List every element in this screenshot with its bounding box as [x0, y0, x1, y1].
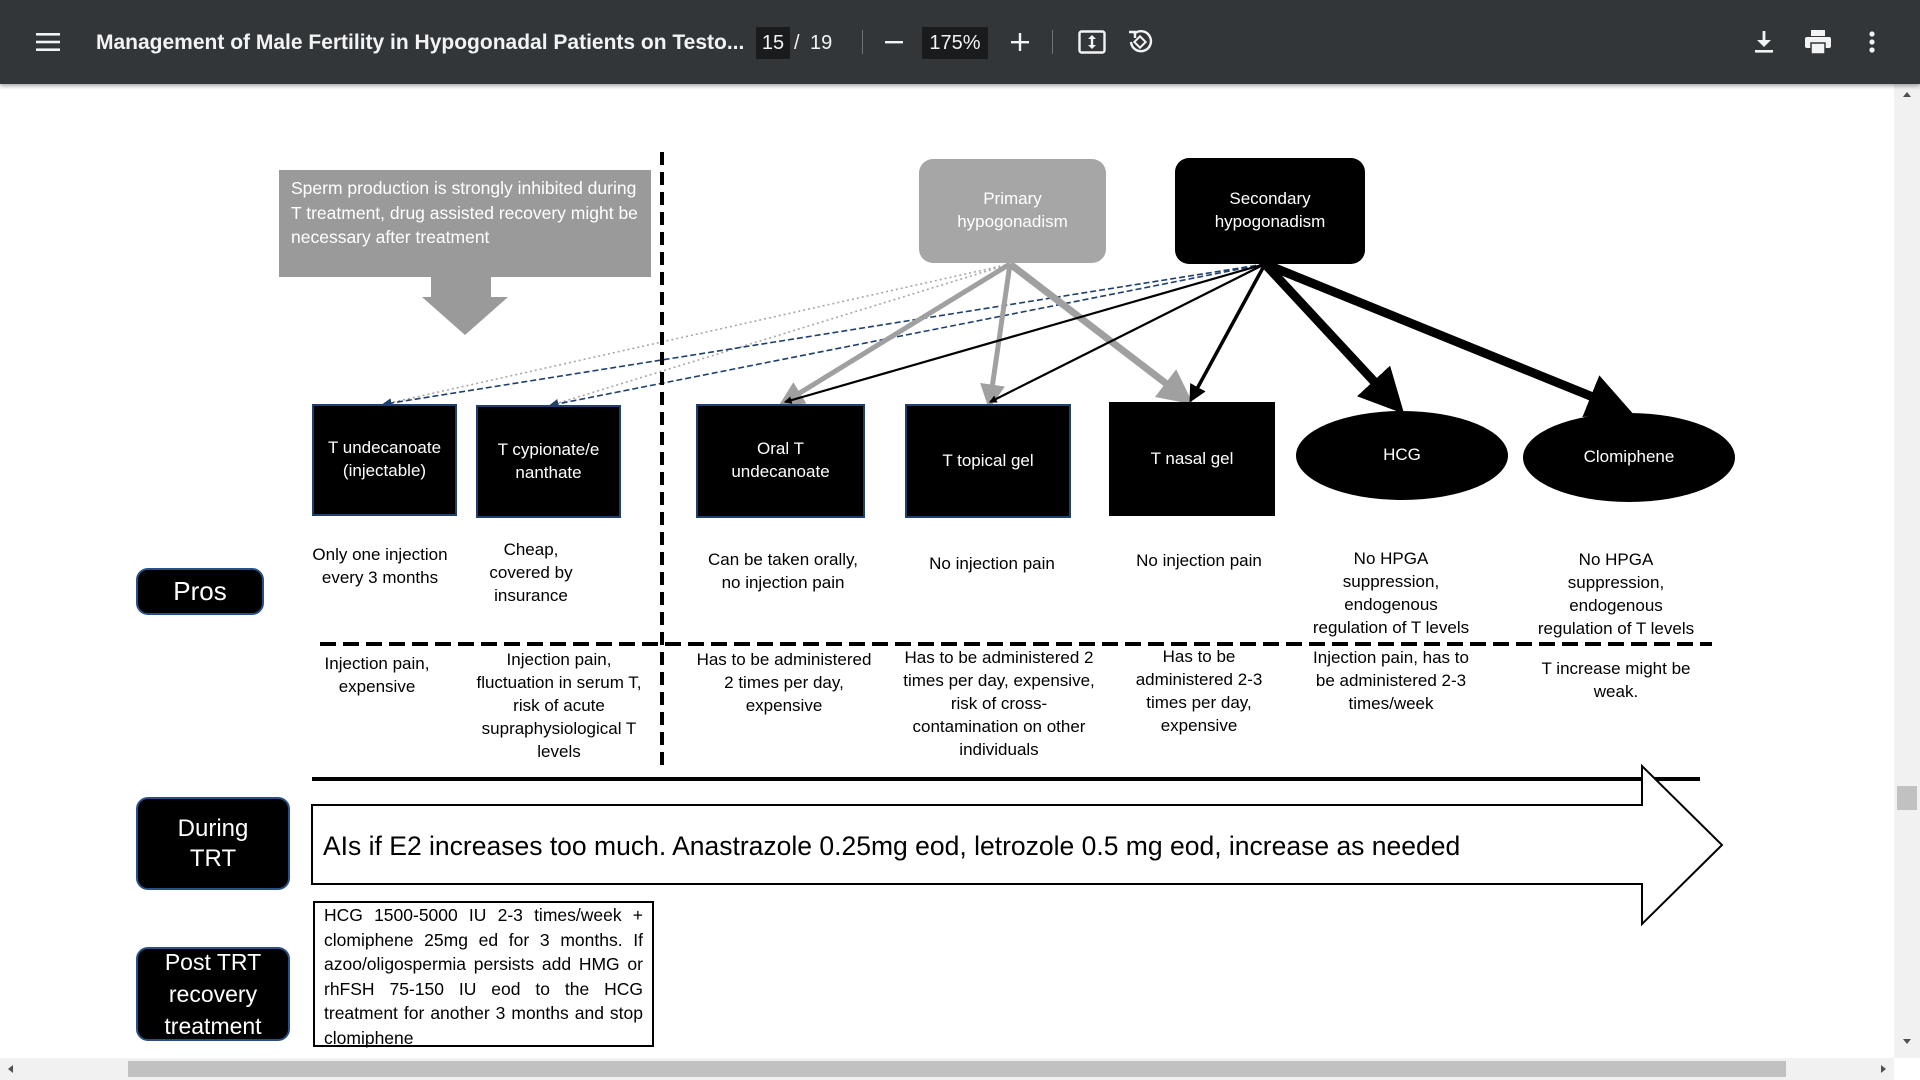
cons-text: Has to be administered 2-3 times per day… [1135, 647, 1263, 735]
treatment-label: T nasal gel [1150, 448, 1234, 468]
fit-to-page-button[interactable] [1070, 20, 1114, 64]
page-total: 19 [810, 31, 833, 54]
during-trt-text: AIs if E2 increases too much. Anastrazol… [323, 831, 1461, 861]
treatment-box-oral-t: Oral T undecanoate [696, 404, 865, 518]
pros-text: No injection pain [929, 554, 1055, 573]
treatment-label: T undecanoate (injectable) [327, 438, 442, 480]
post-trt-text-box: HCG 1500-5000 IU 2-3 times/week + clomip… [313, 901, 654, 1048]
pros-text: Only one injection every 3 months [312, 545, 448, 587]
zoom-level-input[interactable]: 175% [922, 27, 988, 59]
menu-button[interactable] [26, 20, 70, 64]
pros-text: Cheap, covered by insurance [489, 540, 573, 605]
treatment-box-nasal-gel: T nasal gel [1109, 402, 1275, 516]
download-button[interactable] [1742, 20, 1786, 64]
treatment-label: Oral T undecanoate [731, 439, 830, 481]
treatment-label: T cypionate/enanthate [497, 439, 600, 482]
treatment-label: Clomiphene [1583, 447, 1675, 467]
vertical-scrollbar[interactable] [1894, 84, 1920, 1058]
more-actions-button[interactable] [1850, 20, 1894, 64]
scroll-right-icon[interactable] [1876, 1062, 1890, 1076]
pros-text: No injection pain [1136, 551, 1262, 570]
page-number-input[interactable]: 15 [756, 27, 790, 59]
rotate-button[interactable] [1118, 20, 1162, 64]
cons-text: Has to be administered 2 times per day, … [696, 650, 872, 715]
pros-text: Can be taken orally, no injection pain [708, 550, 858, 592]
fit-page-icon [1078, 30, 1106, 54]
scroll-left-icon[interactable] [4, 1062, 18, 1076]
cons-text: Injection pain, has to be administered 2… [1313, 648, 1469, 713]
toolbar-divider [1052, 30, 1053, 54]
pros-text: No HPGA suppression, endogenous regulati… [1537, 550, 1695, 638]
cons-text: T increase might be weak. [1541, 659, 1691, 701]
row-label-during-trt: During TRT [136, 797, 290, 890]
treatment-label: HCG [1383, 445, 1421, 465]
print-icon [1805, 30, 1831, 55]
print-button[interactable] [1796, 20, 1840, 64]
treatment-box-t-cypionate: T cypionate/enanthate [476, 405, 621, 518]
secondary-label: Secondary hypogonadism [1214, 189, 1326, 231]
document-title: Management of Male Fertility in Hypogona… [96, 31, 745, 54]
rotate-icon [1129, 29, 1153, 53]
zoom-in-icon [1011, 33, 1029, 51]
menu-icon [36, 33, 60, 51]
zoom-out-button[interactable] [872, 20, 916, 64]
note-box: Sperm production is strongly inhibited d… [279, 170, 651, 277]
scroll-up-icon[interactable] [1900, 88, 1914, 102]
download-icon [1755, 31, 1773, 53]
pdf-toolbar: Management of Male Fertility in Hypogona… [0, 0, 1920, 84]
treatment-ellipse-hcg: HCG [1296, 411, 1508, 500]
primary-hypogonadism-box: Primary hypogonadism [919, 159, 1106, 263]
horizontal-scroll-thumb[interactable] [128, 1061, 1786, 1077]
pros-text: No HPGA suppression, endogenous regulati… [1312, 549, 1470, 637]
scroll-down-icon[interactable] [1900, 1034, 1914, 1048]
zoom-in-button[interactable] [998, 20, 1042, 64]
secondary-hypogonadism-box: Secondary hypogonadism [1175, 158, 1365, 264]
row-label-post-trt: Post TRT recovery treatment [136, 947, 290, 1041]
vertical-scroll-thumb[interactable] [1897, 786, 1917, 810]
treatment-ellipse-clomiphene: Clomiphene [1523, 413, 1735, 502]
cons-text: Has to be administered 2 times per day, … [903, 648, 1095, 759]
treatment-label: T topical gel [942, 450, 1034, 470]
zoom-out-icon [885, 41, 903, 44]
cons-text: Injection pain, fluctuation in serum T, … [476, 650, 642, 761]
treatment-box-t-undecanoate: T undecanoate (injectable) [312, 404, 457, 516]
primary-label: Primary hypogonadism [957, 189, 1068, 231]
note-text: Sperm production is strongly inhibited d… [291, 178, 638, 247]
toolbar-divider [862, 30, 863, 54]
row-label-pros: Pros [136, 568, 264, 615]
more-vert-icon [1869, 31, 1875, 53]
cons-text: Injection pain, expensive [324, 654, 430, 696]
treatment-box-topical-gel: T topical gel [905, 404, 1071, 518]
note-arrow [422, 277, 508, 335]
page-separator: / [794, 31, 800, 54]
post-trt-text: HCG 1500-5000 IU 2-3 times/week + clomip… [324, 905, 643, 1048]
